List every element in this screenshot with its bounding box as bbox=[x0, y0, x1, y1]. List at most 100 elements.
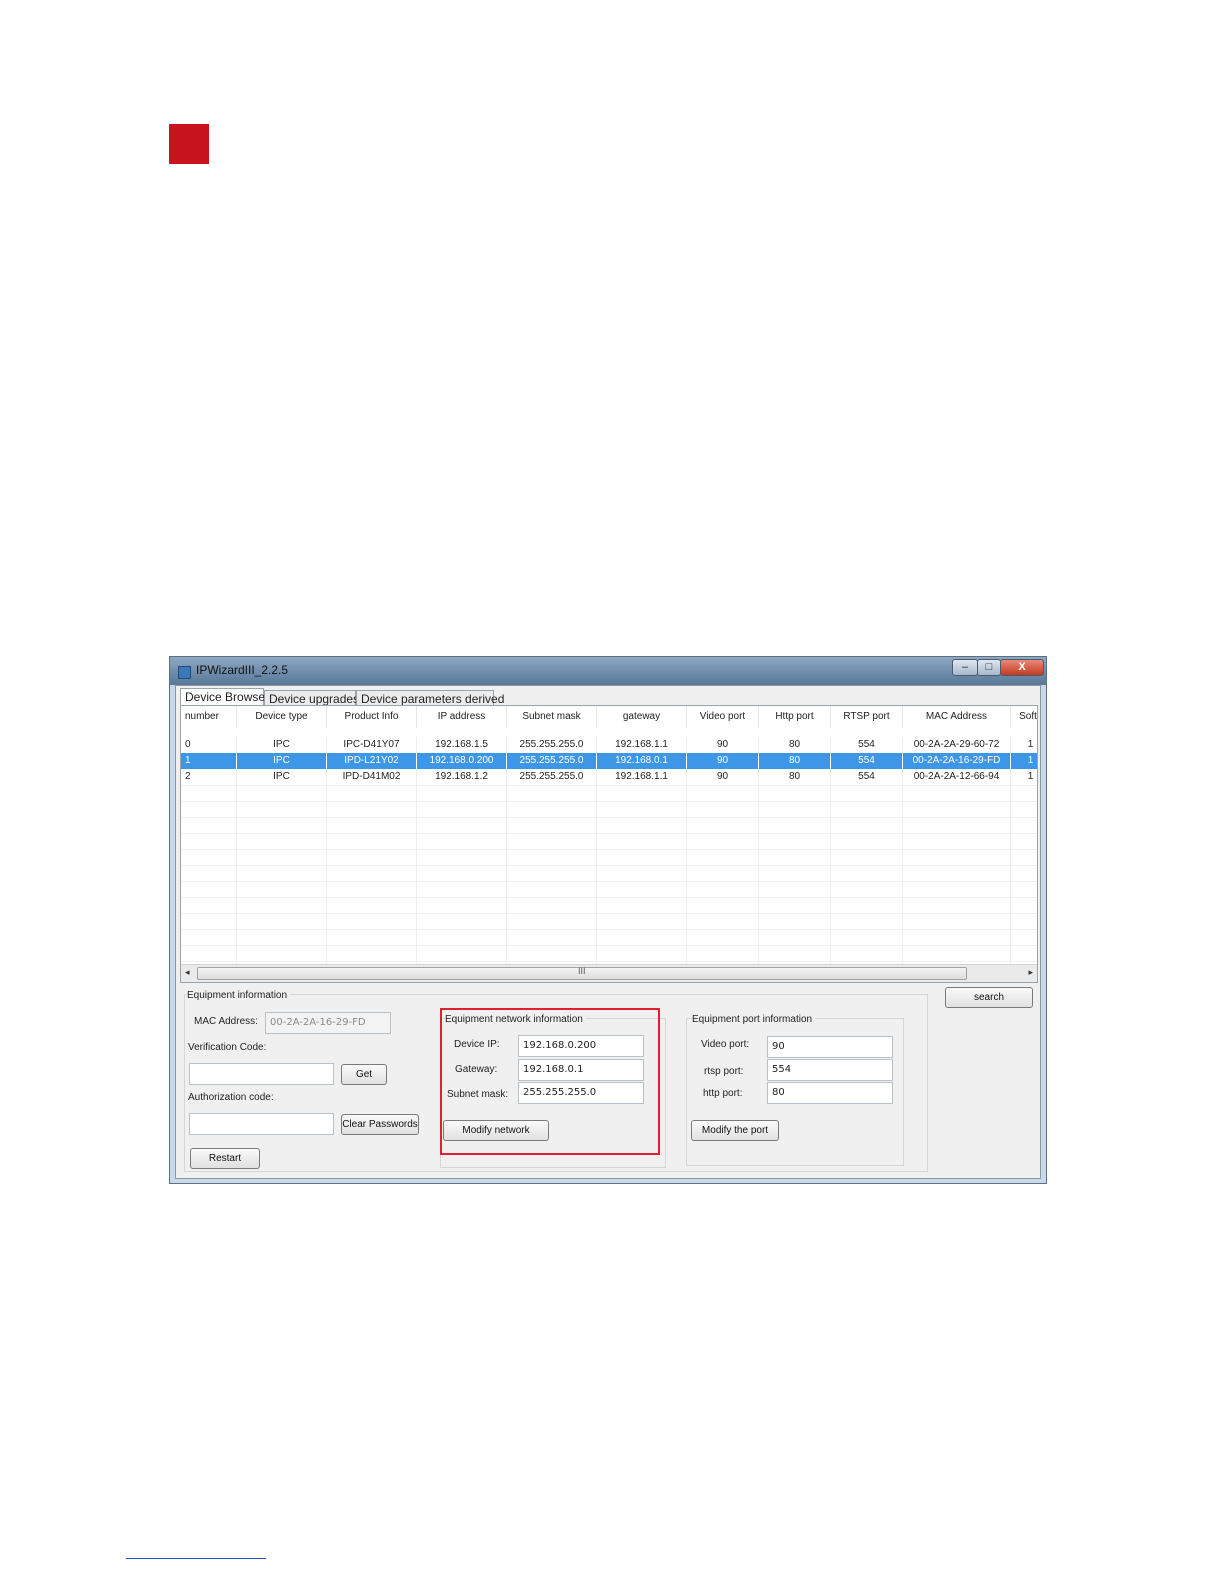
authorization-code-field[interactable] bbox=[189, 1113, 334, 1135]
column-header: Product Info bbox=[327, 706, 417, 728]
empty-table-row bbox=[181, 849, 1037, 866]
tab-device-upgrades[interactable]: Device upgrades bbox=[264, 690, 359, 706]
table-cell bbox=[181, 802, 237, 818]
scroll-left-icon[interactable]: ◂ bbox=[185, 967, 190, 978]
table-cell bbox=[181, 818, 237, 834]
table-cell: 1 bbox=[1011, 753, 1037, 769]
table-cell bbox=[759, 786, 831, 802]
table-cell bbox=[507, 818, 597, 834]
table-cell bbox=[597, 914, 687, 930]
table-cell bbox=[687, 834, 759, 850]
column-header: Video port bbox=[687, 706, 759, 728]
empty-table-row bbox=[181, 785, 1037, 802]
rtsp-port-field[interactable]: 554 bbox=[767, 1059, 893, 1081]
scrollbar-thumb[interactable]: III bbox=[197, 966, 967, 980]
modify-port-button[interactable]: Modify the port bbox=[691, 1120, 779, 1141]
title-bar[interactable]: IPWizardIII_2.2.5 – □ X bbox=[170, 657, 1046, 685]
table-cell bbox=[831, 882, 903, 898]
table-cell bbox=[759, 898, 831, 914]
table-cell bbox=[597, 882, 687, 898]
table-cell bbox=[687, 946, 759, 962]
table-cell bbox=[417, 850, 507, 866]
table-cell bbox=[831, 946, 903, 962]
empty-table-row bbox=[181, 817, 1037, 834]
table-cell: 2 bbox=[181, 769, 237, 785]
table-cell bbox=[831, 818, 903, 834]
port-title: Equipment port information bbox=[692, 1014, 816, 1025]
tab-device-parameters-derived[interactable]: Device parameters derived bbox=[356, 690, 504, 706]
table-cell bbox=[903, 818, 1011, 834]
table-cell bbox=[831, 802, 903, 818]
table-row[interactable]: 1 IPC IPD-L21Y02 192.168.0.200 255.255.255.0… bbox=[181, 753, 1037, 769]
horizontal-scrollbar[interactable]: ◂ III ▸ bbox=[181, 964, 1037, 982]
table-cell bbox=[903, 914, 1011, 930]
table-cell bbox=[903, 882, 1011, 898]
table-cell: 90 bbox=[687, 753, 759, 769]
close-button[interactable]: X bbox=[1000, 659, 1044, 676]
video-port-field[interactable]: 90 bbox=[767, 1036, 893, 1058]
empty-table-row bbox=[181, 881, 1037, 898]
maximize-button[interactable]: □ bbox=[977, 659, 1001, 676]
table-cell bbox=[597, 850, 687, 866]
table-cell bbox=[903, 946, 1011, 962]
table-cell bbox=[327, 850, 417, 866]
table-cell bbox=[831, 930, 903, 946]
table-cell: 192.168.1.1 bbox=[597, 737, 687, 753]
table-cell bbox=[597, 834, 687, 850]
table-cell bbox=[327, 914, 417, 930]
table-cell bbox=[597, 866, 687, 882]
table-cell bbox=[237, 898, 327, 914]
mac-label: MAC Address: bbox=[194, 1016, 258, 1027]
table-cell bbox=[327, 834, 417, 850]
table-cell bbox=[597, 818, 687, 834]
empty-table-row bbox=[181, 897, 1037, 914]
table-cell bbox=[831, 898, 903, 914]
table-cell: 255.255.255.0 bbox=[507, 753, 597, 769]
table-cell bbox=[1011, 786, 1037, 802]
table-cell: 192.168.0.200 bbox=[417, 753, 507, 769]
table-cell bbox=[687, 930, 759, 946]
verification-label: Verification Code: bbox=[188, 1042, 267, 1053]
empty-table-row bbox=[181, 865, 1037, 882]
get-button[interactable]: Get bbox=[341, 1064, 387, 1085]
table-row[interactable]: 0 IPC IPC-D41Y07 192.168.1.5 255.255.255.0 19… bbox=[181, 737, 1037, 753]
scroll-right-icon[interactable]: ▸ bbox=[1028, 967, 1033, 978]
minimize-button[interactable]: – bbox=[952, 659, 978, 676]
table-cell: 80 bbox=[759, 769, 831, 785]
table-cell: IPC bbox=[237, 753, 327, 769]
column-header: RTSP port bbox=[831, 706, 903, 728]
empty-table-row bbox=[181, 929, 1037, 946]
table-header-row[interactable]: number Device type Product Info IP address S… bbox=[181, 706, 1037, 728]
column-header: gateway bbox=[597, 706, 687, 728]
table-cell bbox=[759, 802, 831, 818]
table-cell bbox=[237, 946, 327, 962]
table-cell bbox=[903, 802, 1011, 818]
table-cell: 255.255.255.0 bbox=[507, 769, 597, 785]
column-header: MAC Address bbox=[903, 706, 1011, 728]
table-cell: 192.168.1.5 bbox=[417, 737, 507, 753]
table-cell bbox=[181, 834, 237, 850]
column-header: number bbox=[181, 706, 237, 728]
search-button[interactable]: search bbox=[945, 987, 1033, 1008]
table-cell bbox=[903, 786, 1011, 802]
table-cell bbox=[759, 914, 831, 930]
table-cell bbox=[417, 882, 507, 898]
column-header: IP address bbox=[417, 706, 507, 728]
table-cell: 00-2A-2A-16-29-FD bbox=[903, 753, 1011, 769]
mac-address-field[interactable]: 00-2A-2A-16-29-FD bbox=[265, 1012, 391, 1034]
http-port-field[interactable]: 80 bbox=[767, 1082, 893, 1104]
table-cell: 1 bbox=[1011, 737, 1037, 753]
table-cell: 554 bbox=[831, 737, 903, 753]
verification-code-field[interactable] bbox=[189, 1063, 334, 1085]
table-cell bbox=[237, 882, 327, 898]
client-area: Device Browse Device upgrades Device par… bbox=[175, 685, 1041, 1179]
table-row[interactable]: 2 IPC IPD-D41M02 192.168.1.2 255.255.255.0 19… bbox=[181, 769, 1037, 785]
network-highlight-frame bbox=[440, 1008, 660, 1155]
table-cell bbox=[759, 930, 831, 946]
table-cell: 00-2A-2A-29-60-72 bbox=[903, 737, 1011, 753]
table-cell bbox=[507, 834, 597, 850]
table-cell bbox=[1011, 914, 1037, 930]
rtsp-port-label: rtsp port: bbox=[704, 1066, 744, 1077]
restart-button[interactable]: Restart bbox=[190, 1148, 260, 1169]
clear-passwords-button[interactable]: Clear Passwords bbox=[341, 1114, 419, 1135]
